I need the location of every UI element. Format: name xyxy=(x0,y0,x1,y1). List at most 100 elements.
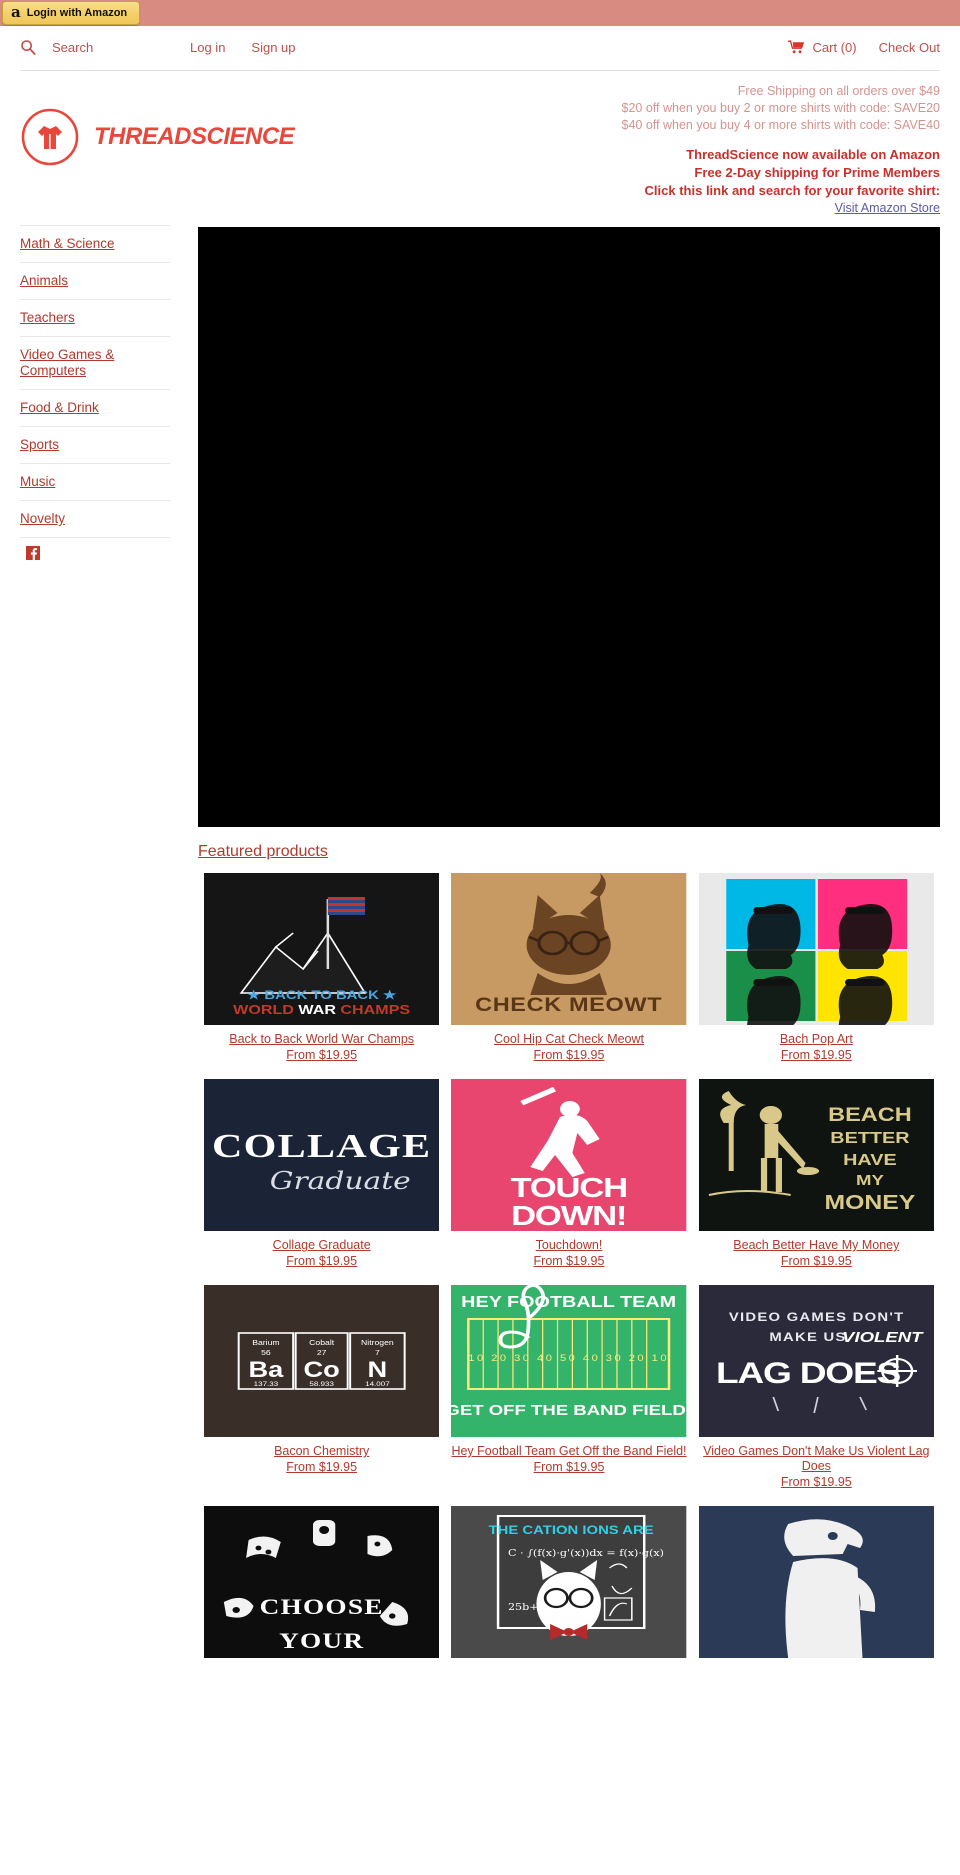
tshirt-in-circle-logo-icon xyxy=(21,108,79,166)
bach-artwork-icon xyxy=(698,873,934,1025)
svg-text:C · ∫(f(x)·g'(x))dx = f(x)·g(x: C · ∫(f(x)·g'(x))dx = f(x)·g(x) xyxy=(508,1548,664,1559)
checkout-link[interactable]: Check Out xyxy=(879,40,940,55)
svg-text:N: N xyxy=(368,1358,388,1382)
product-price[interactable]: From $19.95 xyxy=(451,1254,686,1269)
product-card[interactable]: TOUCH DOWN! Touchdown! From $19.95 xyxy=(445,1079,692,1285)
promotions: Free Shipping on all orders over $49 $20… xyxy=(350,81,940,215)
svg-text:Barium: Barium xyxy=(252,1339,280,1347)
amazon-a-icon: a xyxy=(11,2,21,21)
facebook-link[interactable] xyxy=(26,546,170,560)
svg-text:MY: MY xyxy=(856,1172,884,1189)
svg-text:HAVE: HAVE xyxy=(843,1151,897,1169)
product-thumbnail[interactable]: COLLAGE Graduate xyxy=(204,1079,440,1231)
product-card[interactable]: THE CATION IONS ARE C · ∫(f(x)·g'(x))dx … xyxy=(445,1506,692,1674)
product-price[interactable]: From $19.95 xyxy=(699,1048,934,1063)
product-thumbnail[interactable]: Barium 56 Ba 137.33 Cobalt 27 Co 58.933 Nitr… xyxy=(204,1285,440,1437)
product-thumbnail[interactable]: ★ BACK TO BACK ★ WORLD WAR CHAMPS xyxy=(204,873,440,1025)
product-thumbnail[interactable]: CHOOSE YOUR xyxy=(204,1506,440,1658)
sidebar-item-food-drink[interactable]: Food & Drink xyxy=(20,390,170,426)
featured-products-heading[interactable]: Featured products xyxy=(198,843,328,861)
product-thumbnail[interactable]: THE CATION IONS ARE C · ∫(f(x)·g'(x))dx … xyxy=(451,1506,687,1658)
sidebar-item-teachers[interactable]: Teachers xyxy=(20,300,170,336)
touchdown-artwork-icon: TOUCH DOWN! xyxy=(451,1079,687,1231)
product-price[interactable]: From $19.95 xyxy=(451,1460,686,1475)
product-thumbnail[interactable]: BEACH BETTER HAVE MY MONEY xyxy=(698,1079,934,1231)
bacon-artwork-icon: Barium 56 Ba137.33 Cobalt 27 Co58.933 Nitr… xyxy=(204,1285,440,1437)
svg-text:Ba: Ba xyxy=(249,1358,284,1382)
svg-text:BETTER: BETTER xyxy=(830,1129,909,1147)
product-thumbnail[interactable]: HEY FOOTBALL TEAM 10 20 30 40 50 40 30 2… xyxy=(451,1285,687,1437)
svg-text:Cobalt: Cobalt xyxy=(309,1339,335,1347)
product-title[interactable]: Hey Football Team Get Off the Band Field… xyxy=(451,1444,686,1459)
svg-text:CHOOSE: CHOOSE xyxy=(260,1595,384,1619)
product-title[interactable]: Beach Better Have My Money xyxy=(699,1238,934,1253)
visit-amazon-store-link[interactable]: Visit Amazon Store xyxy=(835,201,940,215)
amazon-login-strip: a Login with Amazon xyxy=(0,0,960,26)
product-card[interactable]: BEACH BETTER HAVE MY MONEY Beach Better … xyxy=(693,1079,940,1285)
product-price[interactable]: From $19.95 xyxy=(204,1254,439,1269)
svg-text:CHECK MEOWT: CHECK MEOWT xyxy=(475,994,662,1015)
product-card[interactable]: COLLAGE Graduate Collage Graduate From $… xyxy=(198,1079,445,1285)
cation-artwork-icon: THE CATION IONS ARE C · ∫(f(x)·g'(x))dx … xyxy=(451,1506,687,1658)
hero-banner[interactable] xyxy=(198,227,940,827)
product-thumbnail[interactable]: TOUCH DOWN! xyxy=(451,1079,687,1231)
svg-text:YOUR: YOUR xyxy=(279,1629,364,1653)
product-price[interactable]: From $19.95 xyxy=(451,1048,686,1063)
product-card[interactable]: CHECK MEOWT Cool Hip Cat Check Meowt Fro… xyxy=(445,873,692,1079)
svg-text:27: 27 xyxy=(317,1349,327,1357)
product-title[interactable]: Bacon Chemistry xyxy=(204,1444,439,1459)
product-card[interactable]: CHOOSE YOUR xyxy=(198,1506,445,1674)
svg-text:58.933: 58.933 xyxy=(309,1380,334,1388)
sidebar-item-music[interactable]: Music xyxy=(20,464,170,500)
search-box[interactable] xyxy=(20,38,170,56)
product-price[interactable]: From $19.95 xyxy=(699,1475,934,1490)
product-card[interactable]: VIDEO GAMES DON'T MAKE US VIOLENT LAG DO… xyxy=(693,1285,940,1506)
product-title[interactable]: Touchdown! xyxy=(451,1238,686,1253)
promo-prime-shipping: Free 2-Day shipping for Prime Members xyxy=(694,165,940,180)
sidebar-item-novelty[interactable]: Novelty xyxy=(20,501,170,537)
utility-nav: Log in Sign up Cart (0) Check Out xyxy=(0,26,960,60)
product-title[interactable]: Collage Graduate xyxy=(204,1238,439,1253)
login-link[interactable]: Log in xyxy=(190,40,225,55)
brand-logo[interactable]: THREADSCIENCE xyxy=(20,81,350,215)
sidebar-item-animals[interactable]: Animals xyxy=(20,263,170,299)
facebook-icon xyxy=(26,546,40,560)
product-card[interactable]: Bach Pop Art From $19.95 xyxy=(693,873,940,1079)
signup-link[interactable]: Sign up xyxy=(251,40,295,55)
sidebar-item-math-science[interactable]: Math & Science xyxy=(20,226,170,262)
product-title[interactable]: Back to Back World War Champs xyxy=(204,1032,439,1047)
sidebar-item-sports[interactable]: Sports xyxy=(20,427,170,463)
product-price[interactable]: From $19.95 xyxy=(204,1460,439,1475)
product-title[interactable]: Cool Hip Cat Check Meowt xyxy=(451,1032,686,1047)
product-price[interactable]: From $19.95 xyxy=(204,1048,439,1063)
svg-text:GET OFF THE BAND FIELD!: GET OFF THE BAND FIELD! xyxy=(451,1402,686,1419)
promo-amazon-available: ThreadScience now available on Amazon xyxy=(686,147,940,162)
product-thumbnail[interactable]: CHECK MEOWT xyxy=(451,873,687,1025)
product-thumbnail[interactable]: VIDEO GAMES DON'T MAKE US VIOLENT LAG DO… xyxy=(698,1285,934,1437)
svg-text:MONEY: MONEY xyxy=(824,1191,915,1213)
svg-text:★ BACK TO BACK ★: ★ BACK TO BACK ★ xyxy=(247,988,397,1001)
login-with-amazon-button[interactable]: a Login with Amazon xyxy=(2,1,141,25)
product-title[interactable]: Video Games Don't Make Us Violent Lag Do… xyxy=(699,1444,934,1474)
cart-link[interactable]: Cart (0) xyxy=(787,39,857,55)
product-card[interactable]: ★ BACK TO BACK ★ WORLD WAR CHAMPS Back t… xyxy=(198,873,445,1079)
svg-text:DOWN!: DOWN! xyxy=(511,1199,626,1231)
product-card[interactable]: Barium 56 Ba 137.33 Cobalt 27 Co 58.933 Nitr… xyxy=(198,1285,445,1506)
meowt-artwork-icon: CHECK MEOWT xyxy=(451,873,687,1025)
product-card[interactable]: HEY FOOTBALL TEAM 10 20 30 40 50 40 30 2… xyxy=(445,1285,692,1506)
product-title[interactable]: Bach Pop Art xyxy=(699,1032,934,1047)
product-card[interactable] xyxy=(693,1506,940,1674)
sidebar-item-video-games-computers[interactable]: Video Games & Computers xyxy=(20,337,170,389)
product-thumbnail[interactable] xyxy=(698,873,934,1025)
svg-text:LAG DOES: LAG DOES xyxy=(716,1356,901,1390)
cart-area: Cart (0) Check Out xyxy=(787,39,940,55)
product-price[interactable]: From $19.95 xyxy=(699,1254,934,1269)
svg-text:VIOLENT: VIOLENT xyxy=(842,1329,924,1346)
svg-text:WORLD WAR CHAMPS: WORLD WAR CHAMPS xyxy=(233,1003,410,1017)
search-input[interactable] xyxy=(50,38,150,56)
page-root: a Login with Amazon Log in Sign up xyxy=(0,0,960,1674)
product-thumbnail[interactable] xyxy=(698,1506,934,1658)
cart-label: Cart (0) xyxy=(812,39,857,55)
promo-line-save40: $40 off when you buy 4 or more shirts wi… xyxy=(621,118,940,132)
svg-text:14.007: 14.007 xyxy=(365,1380,390,1388)
